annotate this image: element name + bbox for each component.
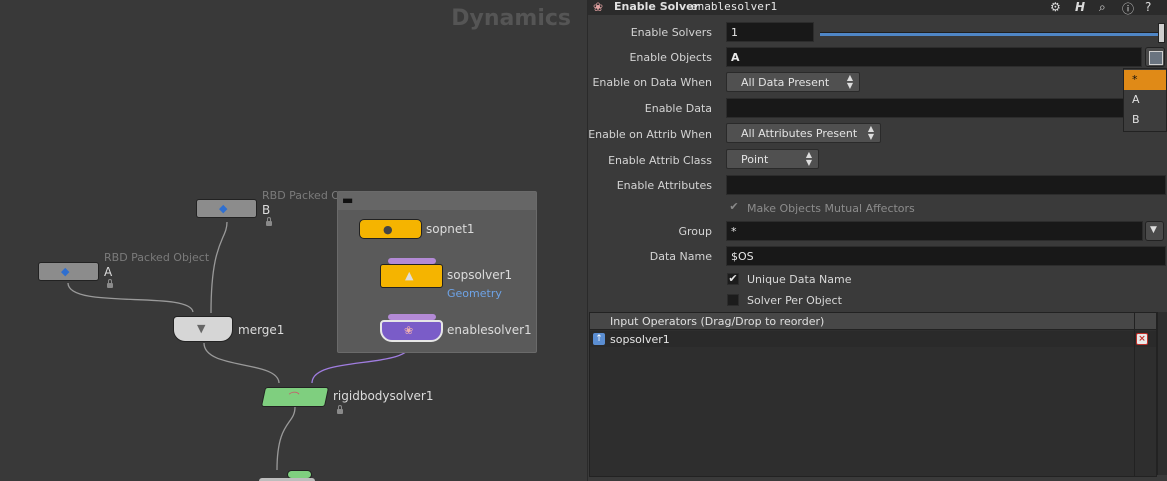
wire-b-to-merge (210, 221, 228, 314)
sopsolver-icon: ▲ (405, 269, 414, 282)
enable-on-attrib-when-label: Enable on Attrib When (588, 128, 712, 141)
network-editor[interactable]: Dynamics ◆ RBD Packed Object B ◆ RBD Pac… (0, 0, 587, 481)
collapse-icon[interactable]: ▬ (342, 194, 354, 206)
group-field[interactable]: * (726, 221, 1143, 241)
popup-item-a[interactable]: A (1124, 90, 1166, 110)
enable-on-data-when-label: Enable on Data When (592, 76, 712, 89)
enable-attributes-field[interactable] (726, 175, 1166, 195)
input-operators-header: Input Operators (Drag/Drop to reorder) (590, 313, 1156, 330)
enablesolver-name: enablesolver1 (447, 323, 532, 337)
updown-arrows-icon: ▲ ▼ (867, 124, 874, 141)
parameter-header: ❀ Enable Solver enablesolver1 ⚙ H ⌕ ⓘ ? (588, 0, 1167, 17)
enablesolver-node[interactable]: ❀ (380, 320, 443, 342)
dropdown-icon (1149, 51, 1163, 65)
data-name-label: Data Name (649, 250, 712, 263)
group-label: Group (678, 225, 713, 238)
enable-objects-popup[interactable]: * A B (1123, 68, 1167, 132)
enable-on-data-when-value: All Data Present (741, 76, 830, 89)
sopnet-icon: ● (383, 223, 393, 236)
enable-objects-dropdown-button[interactable] (1145, 47, 1165, 67)
make-objects-mutual-affectors-checkbox[interactable]: ✔ (728, 201, 740, 214)
merge-node[interactable]: ▼ (173, 316, 233, 342)
info-icon[interactable]: ⓘ (1122, 0, 1134, 17)
data-name-field[interactable]: $OS (726, 246, 1166, 266)
help-icon[interactable]: ? (1145, 0, 1151, 14)
list-scrollbar[interactable] (1157, 312, 1167, 475)
lock-icon (107, 279, 113, 288)
enable-solvers-slider[interactable] (820, 32, 1158, 36)
help-h-icon[interactable]: H (1075, 0, 1085, 14)
sopsolver-type: Geometry (447, 287, 502, 300)
search-icon[interactable]: ⌕ (1099, 0, 1106, 15)
rbd-packed-object-b-node[interactable]: ◆ (196, 199, 257, 218)
updown-arrows-icon: ▲ ▼ (805, 150, 812, 167)
rigidbody-solver-icon: ⌒ (286, 391, 301, 404)
enable-on-data-when-menu[interactable]: All Data Present ▲ ▼ (726, 72, 860, 92)
unique-data-name-label: Unique Data Name (747, 273, 852, 286)
popup-item-b[interactable]: B (1124, 110, 1166, 130)
sopnet-name: sopnet1 (426, 222, 475, 236)
enable-on-attrib-when-value: All Attributes Present (741, 127, 858, 140)
updown-arrows-icon: ▲ ▼ (846, 73, 853, 90)
gear-icon[interactable]: ⚙ (1050, 0, 1061, 14)
enablesolver-icon: ❀ (404, 324, 414, 337)
lock-icon (337, 405, 343, 414)
rigidbodysolver-node[interactable]: ⌒ (260, 387, 330, 407)
enable-solvers-label: Enable Solvers (630, 26, 712, 39)
wire-a-to-merge (67, 282, 194, 313)
group-dropdown-button[interactable]: ▼ (1145, 221, 1164, 241)
solver-per-object-label: Solver Per Object (747, 294, 842, 307)
unique-data-name-checkbox[interactable]: ✔ (727, 273, 739, 285)
network-box-header (338, 192, 536, 210)
enable-solver-node-icon: ❀ (593, 0, 604, 14)
wire-solver-to-output (276, 406, 296, 471)
sopsolver-node[interactable]: ▲ (380, 264, 443, 288)
rbd-object-icon: ◆ (61, 265, 70, 278)
enable-solvers-field[interactable]: 1 (726, 22, 814, 42)
wire-merge-to-solver (203, 342, 280, 384)
rbd-packed-object-a-node[interactable]: ◆ (38, 262, 99, 281)
enable-solvers-slider-handle[interactable] (1158, 23, 1165, 43)
list-item[interactable]: ↑ sopsolver1 × (590, 331, 1156, 347)
merge-name: merge1 (238, 323, 285, 337)
chevron-down-icon: ▼ (1150, 225, 1157, 235)
list-column-divider (1134, 313, 1135, 476)
enable-on-attrib-when-menu[interactable]: All Attributes Present ▲ ▼ (726, 123, 881, 143)
input-operator-name: sopsolver1 (610, 333, 670, 346)
delete-icon[interactable]: × (1136, 333, 1148, 345)
node-name-field[interactable]: enablesolver1 (691, 0, 777, 13)
rbd-object-icon: ◆ (219, 202, 228, 215)
enable-objects-label: Enable Objects (629, 51, 712, 64)
popup-item-all[interactable]: * (1124, 70, 1166, 90)
rbd-a-name: A (104, 265, 113, 279)
input-operators-list[interactable]: Input Operators (Drag/Drop to reorder) ↑… (589, 312, 1157, 477)
rbd-b-name: B (262, 203, 271, 217)
enable-attributes-label: Enable Attributes (616, 179, 712, 192)
move-up-icon[interactable]: ↑ (593, 333, 605, 345)
solver-per-object-checkbox[interactable] (727, 294, 739, 306)
enable-attrib-class-menu[interactable]: Point ▲ ▼ (726, 149, 819, 169)
enable-objects-field[interactable]: A (726, 47, 1142, 67)
enable-attrib-class-label: Enable Attrib Class (608, 154, 712, 167)
enable-attrib-class-value: Point (741, 153, 769, 166)
rbd-a-type-label: RBD Packed Object (104, 251, 210, 264)
rigidbodysolver-name: rigidbodysolver1 (333, 389, 434, 403)
make-objects-mutual-affectors-label: Make Objects Mutual Affectors (747, 202, 915, 215)
sopsolver-name: sopsolver1 (447, 268, 513, 282)
input-operators-header-label: Input Operators (Drag/Drop to reorder) (610, 315, 825, 328)
parameter-pane: ❀ Enable Solver enablesolver1 ⚙ H ⌕ ⓘ ? … (587, 0, 1167, 481)
sopnet-node[interactable]: ● (359, 219, 422, 239)
enable-data-label: Enable Data (644, 102, 712, 115)
enable-data-field[interactable] (726, 98, 1163, 118)
node-kind-label: Enable Solver (614, 0, 700, 13)
lock-icon (266, 217, 272, 226)
merge-icon: ▼ (197, 322, 206, 335)
